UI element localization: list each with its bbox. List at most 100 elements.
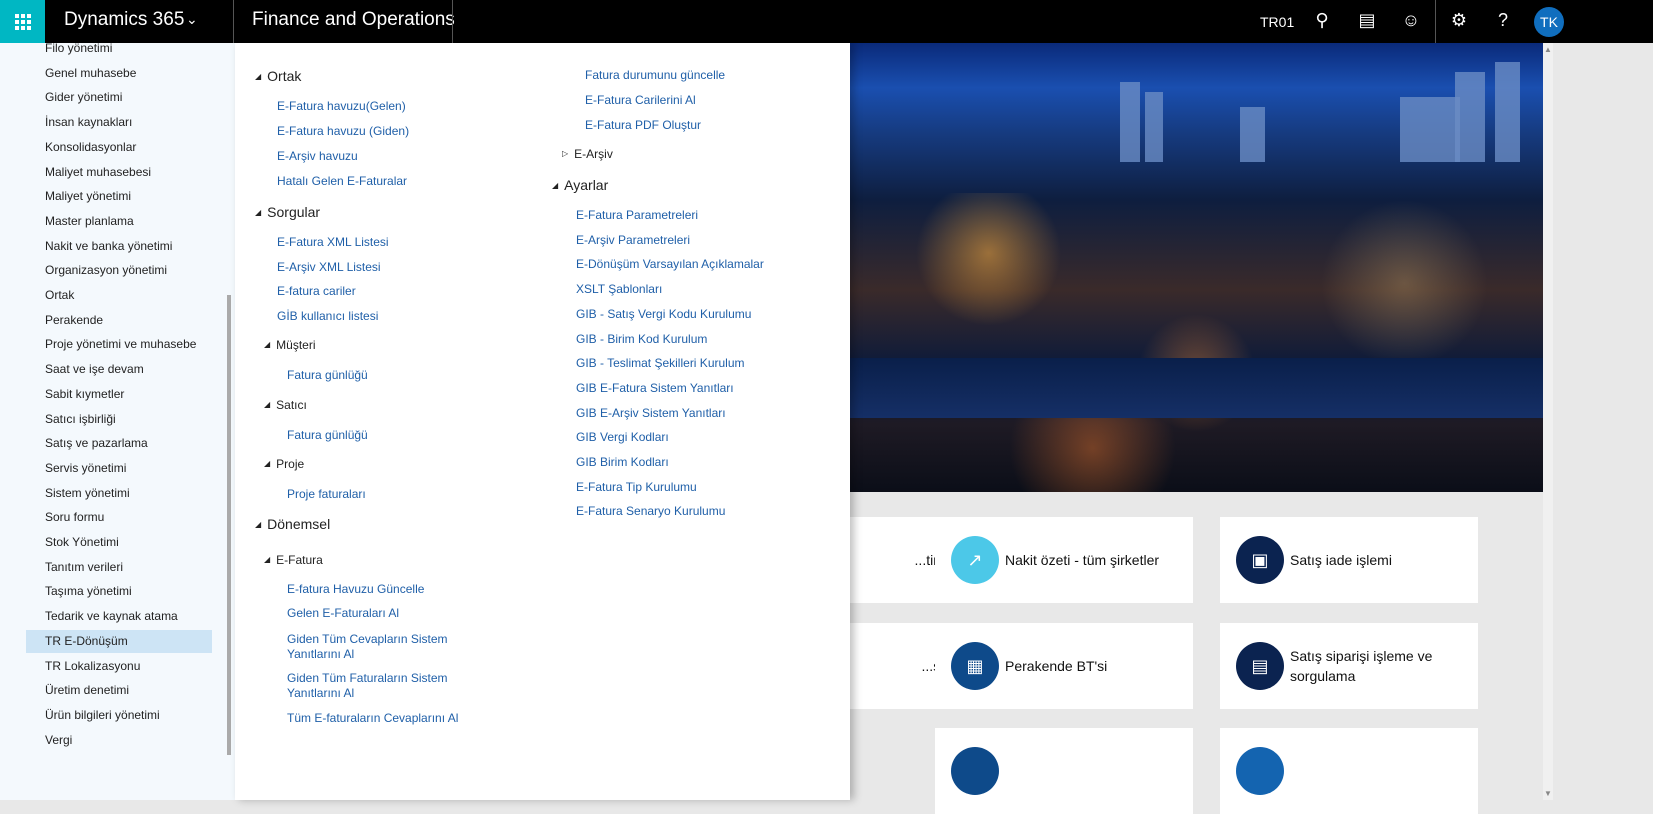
workspace-tile[interactable]: ▣ Satış iade işlemi — [1220, 517, 1478, 603]
main-scrollbar[interactable]: ▲ ▼ — [1543, 43, 1553, 800]
menu-link[interactable]: E-Fatura havuzu (Giden) — [277, 124, 467, 139]
tile-label: ...timi — [914, 552, 948, 568]
sidebar-item[interactable]: Satış ve pazarlama — [26, 432, 212, 455]
menu-link[interactable]: E-Fatura Parametreleri — [576, 208, 836, 223]
menu-link[interactable]: Fatura günlüğü — [287, 368, 477, 383]
sidebar-item[interactable]: Soru formu — [26, 506, 212, 529]
menu-link[interactable]: E-Fatura XML Listesi — [277, 235, 467, 250]
menu-link[interactable]: E-Arşiv Parametreleri — [576, 233, 836, 248]
menu-link[interactable]: XSLT Şablonları — [576, 282, 836, 297]
subgroup-earsiv[interactable]: ▷ E-Arşiv — [562, 147, 613, 161]
avatar[interactable]: TK — [1534, 7, 1564, 37]
company-picker[interactable]: TR01 — [1260, 14, 1294, 30]
menu-link[interactable]: Gelen E-Faturaları Al — [287, 606, 477, 621]
sidebar-item[interactable]: Organizasyon yönetimi — [26, 259, 212, 282]
module-sidebar: Filo yönetimi Genel muhasebe Gider yönetim… — [0, 41, 235, 800]
message-icon[interactable]: ▤ — [1355, 10, 1379, 31]
group-ortak[interactable]: ◢ Ortak — [255, 68, 301, 84]
sidebar-item[interactable]: Sabit kıymetler — [26, 383, 212, 406]
menu-link[interactable]: GIB - Birim Kod Kurulum — [576, 332, 836, 347]
tile-label: Nakit özeti - tüm şirketler — [1005, 552, 1160, 568]
subgroup-satici[interactable]: ◢ Satıcı — [264, 398, 307, 412]
package-return-icon: ▣ — [1236, 536, 1284, 584]
sidebar-item[interactable]: Filo yönetimi — [26, 37, 212, 60]
sidebar-item[interactable]: İnsan kaynakları — [26, 111, 212, 134]
sidebar-item[interactable]: Proje yönetimi ve muhasebe — [26, 333, 212, 356]
menu-link[interactable]: GIB - Teslimat Şekilleri Kurulum — [576, 356, 836, 371]
group-sorgular[interactable]: ◢ Sorgular — [255, 204, 320, 220]
sidebar-item[interactable]: Konsolidasyonlar — [26, 136, 212, 159]
menu-link[interactable]: E-Fatura Carilerini Al — [585, 93, 775, 108]
sidebar-item[interactable]: Genel muhasebe — [26, 62, 212, 85]
sidebar-item[interactable]: Stok Yönetimi — [26, 531, 212, 554]
group-ayarlar[interactable]: ◢ Ayarlar — [552, 177, 608, 193]
sidebar-item[interactable]: Perakende — [26, 309, 212, 332]
sidebar-item[interactable]: Taşıma yönetimi — [26, 580, 212, 603]
menu-link[interactable]: Tüm E-faturaların Cevaplarını Al — [287, 711, 477, 726]
sidebar-item[interactable]: Satıcı işbirliği — [26, 408, 212, 431]
menu-link[interactable]: GIB Birim Kodları — [576, 455, 836, 470]
group-donemsel[interactable]: ◢ Dönemsel — [255, 516, 330, 532]
menu-link[interactable]: E-Arşiv XML Listesi — [277, 260, 467, 275]
menu-link[interactable]: E-fatura cariler — [277, 284, 467, 299]
sidebar-item[interactable]: Sistem yönetimi — [26, 482, 212, 505]
workspace-tile[interactable]: ▦ Perakende BT'si — [935, 623, 1193, 709]
sidebar-item[interactable]: TR E-Dönüşüm — [26, 629, 212, 653]
sidebar-item[interactable]: Üretim denetimi — [26, 679, 212, 702]
menu-link[interactable]: GIB E-Fatura Sistem Yanıtları — [576, 381, 836, 396]
sidebar-item[interactable]: Vergi — [26, 729, 212, 752]
app-title: Finance and Operations — [252, 9, 455, 30]
hero-image — [850, 43, 1543, 492]
sidebar-item[interactable]: Tanıtım verileri — [26, 556, 212, 579]
menu-link[interactable]: Hatalı Gelen E-Faturalar — [277, 174, 467, 189]
menu-link[interactable]: GIB Vergi Kodları — [576, 430, 836, 445]
sidebar-item[interactable]: Servis yönetimi — [26, 457, 212, 480]
sidebar-item[interactable]: Maliyet muhasebesi — [26, 161, 212, 184]
workspace-tile[interactable] — [1220, 728, 1478, 814]
menu-link[interactable]: E-Dönüşüm Varsayılan Açıklamalar — [576, 257, 836, 272]
menu-link[interactable]: Fatura günlüğü — [287, 428, 477, 443]
chevron-down-icon[interactable]: ⌄ — [186, 11, 198, 28]
menu-link[interactable]: E-Fatura PDF Oluştur — [585, 118, 775, 133]
subgroup-proje[interactable]: ◢ Proje — [264, 457, 304, 471]
top-bar: Dynamics 365 ⌄ Finance and Operations TR… — [0, 0, 1653, 43]
subgroup-musteri[interactable]: ◢ Müşteri — [264, 338, 316, 352]
workspace-tile[interactable] — [935, 728, 1193, 814]
sidebar-item[interactable]: Maliyet yönetimi — [26, 185, 212, 208]
waffle-icon — [14, 13, 31, 30]
sidebar-item[interactable]: Ortak — [26, 284, 212, 307]
smiley-icon[interactable]: ☺ — [1399, 10, 1423, 31]
menu-link[interactable]: E-Fatura Tip Kurulumu — [576, 480, 836, 495]
module-menu-panel: ◢ Ortak E-Fatura havuzu(Gelen) E-Fatura h… — [235, 43, 850, 800]
sidebar-item[interactable]: Tedarik ve kaynak atama — [26, 605, 212, 628]
store-shield-icon: ▦ — [951, 642, 999, 690]
menu-link[interactable]: E-fatura Havuzu Güncelle — [287, 582, 477, 597]
workspace-tile[interactable]: ↗ Nakit özeti - tüm şirketler — [935, 517, 1193, 603]
menu-link[interactable]: Proje faturaları — [287, 487, 477, 502]
sidebar-item[interactable]: Master planlama — [26, 210, 212, 233]
sidebar-item[interactable]: TR Lokalizasyonu — [26, 655, 212, 678]
menu-link[interactable]: E-Fatura Senaryo Kurulumu — [576, 504, 836, 519]
gear-icon[interactable]: ⚙ — [1447, 10, 1471, 31]
help-icon[interactable]: ? — [1491, 10, 1515, 31]
menu-link[interactable]: Giden Tüm Faturaların Sistem Yanıtlarını… — [287, 671, 477, 701]
sidebar-item[interactable]: Saat ve işe devam — [26, 358, 212, 381]
menu-link[interactable]: GİB kullanıcı listesi — [277, 309, 467, 324]
sidebar-item[interactable]: Gider yönetimi — [26, 86, 212, 109]
workspace-tile[interactable]: ▤ Satış siparişi işleme ve sorgulama — [1220, 623, 1478, 709]
menu-link[interactable]: GIB - Satış Vergi Kodu Kurulumu — [576, 307, 836, 322]
menu-link[interactable]: Fatura durumunu güncelle — [585, 68, 775, 83]
sidebar-scrollbar[interactable] — [227, 295, 231, 755]
search-icon[interactable]: ⚲ — [1310, 10, 1334, 31]
brand-title[interactable]: Dynamics 365 — [64, 9, 184, 31]
sidebar-item[interactable]: Nakit ve banka yönetimi — [26, 235, 212, 258]
menu-link[interactable]: GIB E-Arşiv Sistem Yanıtları — [576, 406, 836, 421]
tile-icon — [1236, 747, 1284, 795]
subgroup-efatura[interactable]: ◢ E-Fatura — [264, 553, 323, 567]
menu-link[interactable]: Giden Tüm Cevapların Sistem Yanıtlarını … — [287, 632, 477, 662]
menu-link[interactable]: E-Arşiv havuzu — [277, 149, 467, 164]
tile-label: ...sü — [850, 623, 948, 709]
tile-label: Perakende BT'si — [1005, 658, 1108, 674]
menu-link[interactable]: E-Fatura havuzu(Gelen) — [277, 99, 467, 114]
sidebar-item[interactable]: Ürün bilgileri yönetimi — [26, 704, 212, 727]
